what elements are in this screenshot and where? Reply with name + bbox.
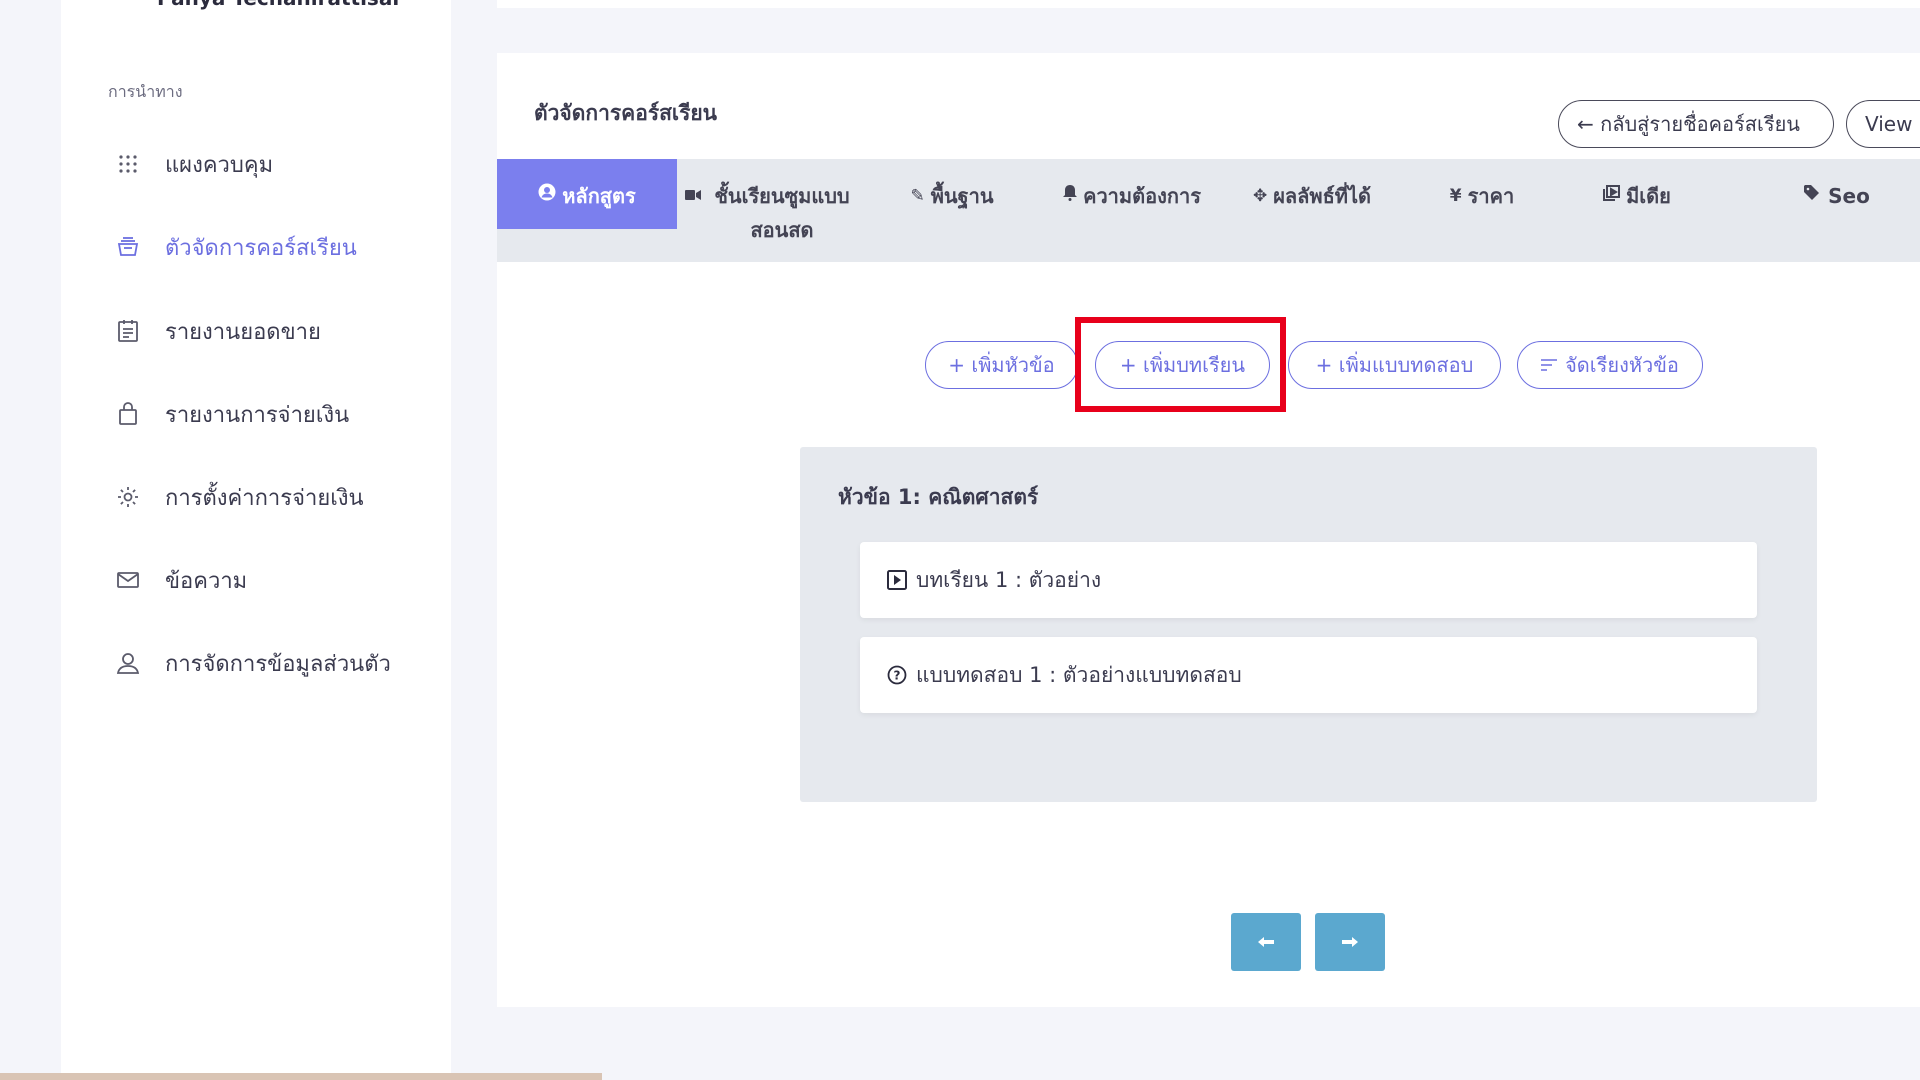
tab-requirements[interactable]: ความต้องการ [1042, 159, 1222, 229]
sort-icon [1541, 359, 1558, 371]
tab-curriculum[interactable]: หลักสูตร [497, 159, 677, 229]
sort-sections-button[interactable]: จัดเรียงหัวข้อ [1517, 341, 1703, 389]
course-stack-icon [114, 233, 142, 261]
arrow-right-icon [1342, 932, 1358, 953]
nav-heading: การนำทาง [108, 82, 183, 101]
gear-icon [114, 483, 142, 511]
list-item[interactable]: ? แบบทดสอบ 1 : ตัวอย่างแบบทดสอบ [860, 637, 1757, 713]
sidebar-item-profile[interactable]: การจัดการข้อมูลส่วนตัว [61, 633, 451, 693]
bottom-scroll-bar [0, 1073, 602, 1080]
sidebar: Panya Techahirattisai การนำทาง แผงควบคุม… [61, 0, 451, 1080]
sidebar-item-course-manager[interactable]: ตัวจัดการคอร์สเรียน [61, 217, 451, 277]
grid-icon [114, 150, 142, 178]
user-name: Panya Techahirattisai [157, 0, 399, 10]
sidebar-item-label: การจัดการข้อมูลส่วนตัว [165, 651, 391, 677]
sidebar-item-label: ตัวจัดการคอร์สเรียน [165, 235, 357, 261]
add-quiz-button[interactable]: + เพิ่มแบบทดสอบ [1288, 341, 1501, 389]
sidebar-item-label: ข้อความ [165, 568, 248, 594]
video-icon [685, 179, 701, 213]
next-button[interactable] [1315, 913, 1385, 971]
arrow-left-icon [1258, 932, 1274, 953]
tab-basic[interactable]: ✎ พื้นฐาน [882, 159, 1022, 229]
prev-button[interactable] [1231, 913, 1301, 971]
sidebar-item-sales-report[interactable]: รายงานยอดขาย [61, 301, 451, 361]
sidebar-item-messages[interactable]: ข้อความ [61, 550, 451, 610]
play-square-icon [886, 569, 908, 591]
curriculum-section: หัวข้อ 1: คณิตศาสตร์ บทเรียน 1 : ตัวอย่า… [800, 447, 1817, 802]
view-button[interactable]: View [1846, 100, 1920, 148]
mail-icon [114, 566, 142, 594]
sidebar-item-label: การตั้งค่าการจ่ายเงิน [165, 485, 364, 511]
add-section-button[interactable]: + เพิ่มหัวข้อ [925, 341, 1078, 389]
list-item[interactable]: บทเรียน 1 : ตัวอย่าง [860, 542, 1757, 618]
tab-seo[interactable]: Seo [1782, 159, 1892, 229]
sidebar-item-label: รายงานยอดขาย [165, 319, 321, 345]
pencil-icon: ✎ [910, 186, 925, 206]
section-title: หัวข้อ 1: คณิตศาสตร์ [838, 485, 1039, 509]
bag-icon [114, 400, 142, 428]
bell-icon [1063, 179, 1078, 213]
tab-media[interactable]: มีเดีย [1567, 159, 1707, 229]
highlight-box [1075, 317, 1286, 412]
user-icon [114, 649, 142, 677]
page-title: ตัวจัดการคอร์สเรียน [534, 101, 718, 125]
tab-pricing[interactable]: ¥ ราคา [1412, 159, 1552, 229]
sidebar-item-payout-settings[interactable]: การตั้งค่าการจ่ายเงิน [61, 467, 451, 527]
course-builder-card: ตัวจัดการคอร์สเรียน ← กลับสู่รายชื่อคอร์… [497, 53, 1920, 1007]
sidebar-item-label: แผงควบคุม [165, 152, 274, 178]
tab-live-class[interactable]: ชั้นเรียนซูมแบบ สอนสด [681, 159, 861, 242]
tag-icon [1804, 179, 1822, 213]
report-icon [114, 317, 142, 345]
back-to-courses-button[interactable]: ← กลับสู่รายชื่อคอร์สเรียน [1558, 100, 1834, 148]
move-icon: ✥ [1252, 186, 1268, 206]
topbar [497, 0, 1920, 8]
question-circle-icon: ? [886, 664, 908, 686]
sidebar-item-dashboard[interactable]: แผงควบคุม [61, 134, 451, 194]
media-icon [1603, 179, 1621, 213]
yen-icon: ¥ [1449, 186, 1462, 206]
svg-text:?: ? [894, 669, 901, 683]
tab-bar: หลักสูตร ชั้นเรียนซูมแบบ สอนสด ✎ พื้นฐาน… [497, 159, 1920, 262]
user-circle-icon [538, 179, 556, 213]
tab-outcomes[interactable]: ✥ ผลลัพธ์ที่ได้ [1232, 159, 1392, 229]
sidebar-item-payout-report[interactable]: รายงานการจ่ายเงิน [61, 384, 451, 444]
sidebar-item-label: รายงานการจ่ายเงิน [165, 402, 350, 428]
